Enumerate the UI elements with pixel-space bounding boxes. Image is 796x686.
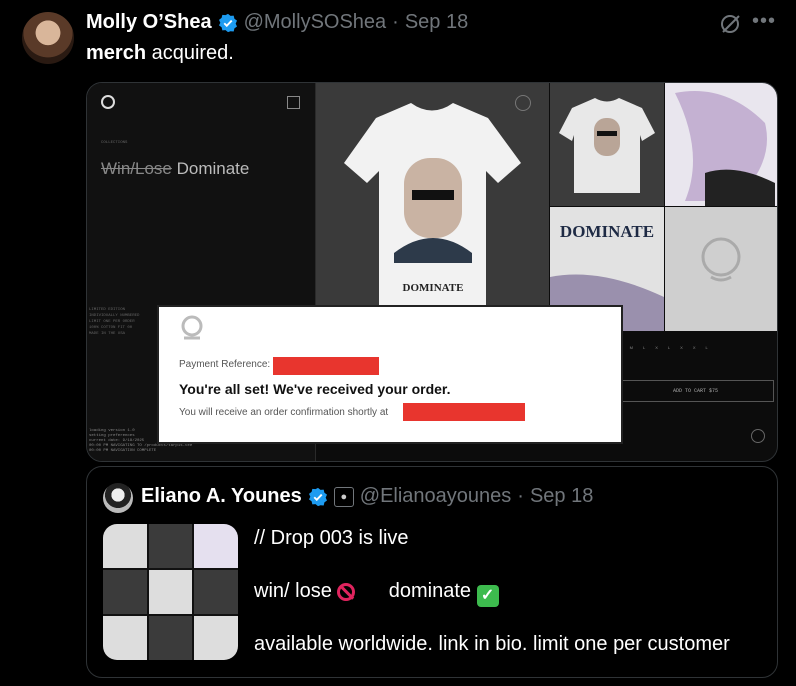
- confirmation-text: You will receive an order confirmation s…: [179, 407, 389, 418]
- grok-icon[interactable]: [718, 12, 742, 36]
- avatar[interactable]: [22, 12, 74, 64]
- product-details: LIMITED EDITION INDIVIDUALLY NUMBERED LI…: [89, 308, 140, 336]
- product-thumbnail: [665, 83, 777, 206]
- collections-label: COLLECTIONS: [101, 141, 128, 145]
- size-option[interactable]: M: [630, 345, 643, 350]
- product-thumbnail: [550, 83, 664, 206]
- tweet-text-bold: merch: [86, 42, 147, 64]
- order-received-headline: You're all set! We've received your orde…: [179, 381, 451, 397]
- tweet-text: merch acquired.: [86, 42, 234, 65]
- order-confirmation-card: Payment Reference: You're all set! We've…: [157, 305, 623, 444]
- size-option[interactable]: L: [643, 345, 655, 350]
- tshirt-illustration: DOMINATE: [344, 103, 521, 313]
- handle[interactable]: @MollySOShea: [244, 11, 387, 34]
- brand-logo-icon: [181, 315, 203, 340]
- quoted-text-line: available worldwide. link in bio. limit …: [254, 633, 730, 655]
- check-mark-emoji-icon: ✓: [476, 585, 499, 607]
- affiliate-badge-icon[interactable]: ●: [333, 486, 354, 507]
- verified-badge-icon: [308, 487, 327, 506]
- product-thumbnail: [665, 207, 777, 331]
- size-option[interactable]: XL: [655, 345, 680, 350]
- tweet-media[interactable]: COLLECTIONS Win/Lose Dominate LIMITED ED…: [86, 82, 778, 462]
- shirt-print-text: DOMINATE: [560, 222, 654, 241]
- verified-badge-icon: [218, 13, 237, 32]
- display-name[interactable]: Eliano A. Younes: [141, 485, 302, 508]
- size-option[interactable]: XXL: [680, 345, 718, 350]
- size-selector[interactable]: SMLXLXXL: [617, 345, 718, 350]
- tweet-header: Molly O’Shea @MollySOShea · Sep 18: [86, 11, 468, 34]
- add-to-cart-button[interactable]: ADD TO CART $75: [617, 380, 774, 402]
- prohibited-emoji-icon: [337, 583, 356, 601]
- store-logo-icon: [101, 95, 115, 109]
- quoted-text-part: dominate: [388, 580, 477, 602]
- product-title-rest: Dominate: [171, 159, 250, 178]
- quoted-tweet[interactable]: Eliano A. Younes ● @Elianoayounes · Sep …: [86, 466, 778, 678]
- separator: ·: [517, 485, 524, 507]
- quoted-text-part: win/ lose: [254, 580, 338, 602]
- settings-icon: [751, 429, 765, 443]
- date[interactable]: Sep 18: [405, 11, 468, 34]
- quoted-text-line: // Drop 003 is live: [254, 527, 409, 549]
- more-options-icon[interactable]: •••: [752, 10, 776, 33]
- product-title: Win/Lose Dominate: [101, 159, 249, 179]
- handle[interactable]: @Elianoayounes: [360, 485, 512, 508]
- payment-reference-label: Payment Reference:: [179, 359, 271, 370]
- tweet-text-rest: acquired.: [146, 42, 234, 64]
- separator: ·: [392, 11, 399, 33]
- redaction-bar: [403, 403, 525, 421]
- cart-icon: [287, 96, 300, 109]
- shirt-print-text: DOMINATE: [403, 282, 464, 294]
- date[interactable]: Sep 18: [530, 485, 593, 508]
- tshirt-photo: DOMINATE: [316, 83, 549, 331]
- refresh-icon: [515, 95, 531, 111]
- product-title-strike: Win/Lose: [101, 159, 172, 178]
- quoted-tweet-header: Eliano A. Younes ● @Elianoayounes · Sep …: [141, 485, 593, 508]
- redaction-bar: [273, 357, 379, 375]
- quoted-media-thumbnail[interactable]: [103, 524, 238, 660]
- avatar[interactable]: [103, 483, 133, 513]
- display-name[interactable]: Molly O’Shea: [86, 11, 212, 34]
- quoted-text-line: win/ lose dominate ✓: [254, 580, 499, 607]
